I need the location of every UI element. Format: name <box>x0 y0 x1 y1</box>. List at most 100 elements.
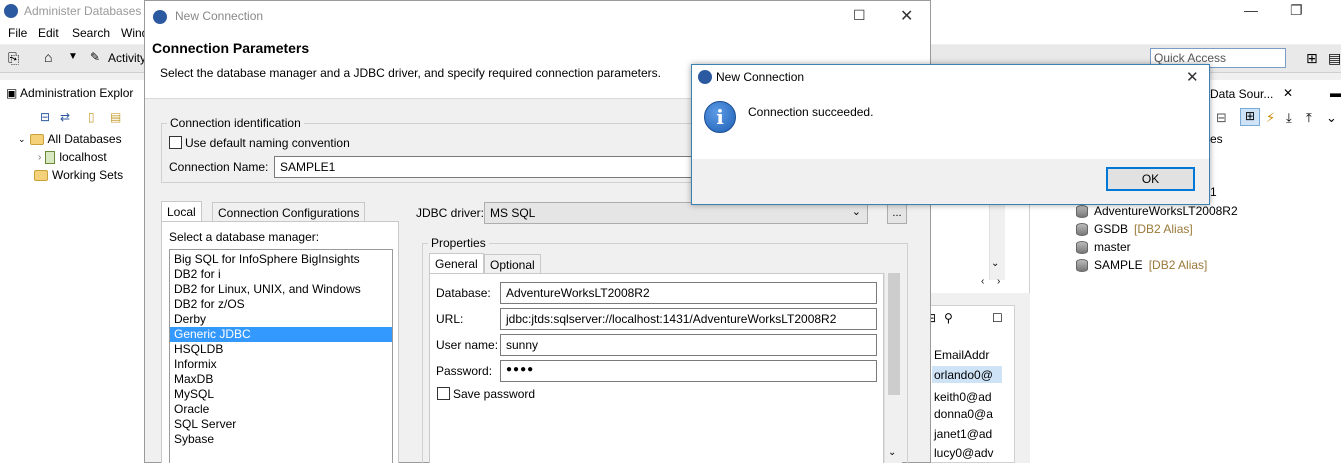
minimize-icon[interactable]: ▬ <box>1330 86 1341 100</box>
list-item[interactable]: Big SQL for InfoSphere BigInsights <box>174 252 391 267</box>
filter-icon[interactable]: ⊟ <box>1216 110 1227 126</box>
chevron-left-icon[interactable]: ‹ <box>981 276 984 287</box>
table-cell[interactable]: donna0@a <box>934 407 993 421</box>
database-icon <box>1076 204 1088 218</box>
column-header-email[interactable]: EmailAddr <box>934 348 989 362</box>
list-item[interactable]: Sybase <box>174 432 391 447</box>
database-manager-list[interactable]: Big SQL for InfoSphere BigInsights DB2 f… <box>169 249 393 463</box>
database-input[interactable]: AdventureWorksLT2008R2 <box>500 282 877 304</box>
tree-item-localhost[interactable]: › localhost <box>38 150 107 164</box>
list-item[interactable]: SQL Server <box>174 417 391 432</box>
folder-open-icon <box>34 169 48 181</box>
chevron-right-icon[interactable]: › <box>38 152 41 163</box>
chevron-down-icon[interactable]: ▼ <box>68 51 78 62</box>
tab-local[interactable]: Local <box>161 201 202 222</box>
dialog-title: New Connection <box>175 9 264 23</box>
table-cell[interactable]: lucy0@adv <box>934 446 994 460</box>
tree-item-all-databases[interactable]: ⌄ All Databases <box>18 132 122 146</box>
partial-tree-label: es <box>1210 132 1223 146</box>
filter-icon[interactable]: ▤ <box>110 110 121 124</box>
dialog-title: New Connection <box>716 70 805 84</box>
chevron-down-icon[interactable]: ⌄ <box>991 258 999 269</box>
list-item-selected[interactable]: Generic JDBC <box>170 327 392 342</box>
toolbar-tool-icon[interactable]: ⎘ <box>8 50 19 67</box>
tree-item-working-sets[interactable]: Working Sets <box>34 168 123 182</box>
eclipse-app-icon <box>698 70 712 84</box>
tree-item-database[interactable]: master <box>1076 240 1131 254</box>
list-item[interactable]: Oracle <box>174 402 391 417</box>
dialog-message: Connection succeeded. <box>748 105 874 119</box>
list-item[interactable]: MaxDB <box>174 372 391 387</box>
table-cell[interactable]: orlando0@ <box>934 368 993 382</box>
new-file-icon[interactable]: ▯ <box>88 110 95 124</box>
server-icon <box>45 150 56 164</box>
browse-driver-button[interactable]: ... <box>887 204 907 224</box>
scrollbar[interactable]: ⌄ <box>884 273 902 463</box>
page-description: Select the database manager and a JDBC d… <box>160 66 661 80</box>
activity-icon: ✎ <box>90 50 101 64</box>
user-name-label: User name: <box>436 338 499 352</box>
maximize-view-icon[interactable]: ☐ <box>992 311 1003 325</box>
eclipse-app-icon <box>4 4 18 18</box>
hierarchy-icon[interactable]: ⊞ <box>1240 108 1260 126</box>
tab-administration-explorer[interactable]: ▣ Administration Explor <box>6 86 133 100</box>
import-icon[interactable]: ⤓ <box>1286 110 1292 126</box>
info-icon: i <box>704 101 736 133</box>
chevron-down-icon[interactable]: ⌄ <box>1326 110 1337 126</box>
chevron-right-icon[interactable]: › <box>997 276 1000 287</box>
list-item[interactable]: MySQL <box>174 387 391 402</box>
tab-connection-configurations[interactable]: Connection Configurations <box>212 202 366 223</box>
save-password-checkbox[interactable] <box>437 387 450 400</box>
perspective-switch-icon[interactable]: ▤ <box>1328 50 1341 67</box>
default-naming-checkbox[interactable] <box>169 136 182 149</box>
restore-icon[interactable]: ❐ <box>1290 2 1303 19</box>
main-window-title: Administer Databases <box>24 4 142 18</box>
export-icon[interactable]: ⤒ <box>1306 110 1312 126</box>
default-naming-label: Use default naming convention <box>185 136 350 150</box>
list-item[interactable]: Informix <box>174 357 391 372</box>
save-password-label: Save password <box>453 387 536 401</box>
tab-optional[interactable]: Optional <box>484 254 541 275</box>
tab-data-source-explorer[interactable]: Data Sour... <box>1210 87 1273 101</box>
tree-item-database[interactable]: AdventureWorksLT2008R2 <box>1076 204 1238 218</box>
list-item[interactable]: DB2 for i <box>174 267 391 282</box>
list-item[interactable]: HSQLDB <box>174 342 391 357</box>
close-icon[interactable]: ✕ <box>1186 68 1199 86</box>
maximize-icon[interactable]: ☐ <box>853 7 866 24</box>
list-item[interactable]: Derby <box>174 312 391 327</box>
chevron-down-icon[interactable]: ⌄ <box>18 134 26 145</box>
user-name-input[interactable]: sunny <box>500 334 877 356</box>
dialog-titlebar: New Connection ☐ ✕ <box>145 1 930 33</box>
list-item[interactable]: DB2 for Linux, UNIX, and Windows <box>174 282 391 297</box>
ok-button[interactable]: OK <box>1106 167 1195 191</box>
tab-general[interactable]: General <box>429 253 484 274</box>
connect-icon[interactable]: ⚡ <box>1266 110 1275 126</box>
explorer-icon: ▣ <box>6 86 18 100</box>
collapse-all-icon[interactable]: ⊟ <box>40 110 50 124</box>
close-icon[interactable]: ✕ <box>1283 86 1293 100</box>
folder-open-icon <box>29 133 44 145</box>
eclipse-app-icon <box>153 10 167 24</box>
home-icon[interactable]: ⌂ <box>44 49 52 65</box>
password-input[interactable]: ●●●● <box>500 360 877 382</box>
list-item[interactable]: DB2 for z/OS <box>174 297 391 312</box>
tree-item-database[interactable]: SAMPLE [DB2 Alias] <box>1076 258 1207 272</box>
database-icon <box>1076 240 1088 254</box>
menu-search[interactable]: Search <box>72 26 110 40</box>
menu-file[interactable]: File <box>8 26 27 40</box>
activity-button[interactable]: Activity <box>108 51 146 65</box>
close-icon[interactable]: ✕ <box>900 6 913 26</box>
minimize-icon[interactable]: — <box>1244 2 1258 18</box>
chevron-down-icon[interactable]: ⌄ <box>888 447 896 458</box>
results-filter-icon[interactable]: ⚲ <box>944 311 953 325</box>
link-editor-icon[interactable]: ⇄ <box>60 110 70 124</box>
scrollbar-thumb[interactable] <box>888 273 900 395</box>
jdbc-driver-select[interactable]: MS SQL ⌄ <box>484 202 868 224</box>
menu-edit[interactable]: Edit <box>38 26 59 40</box>
table-cell[interactable]: keith0@ad <box>934 390 992 404</box>
perspective-icon[interactable]: ⊞ <box>1306 50 1318 67</box>
database-icon <box>1076 258 1088 272</box>
table-cell[interactable]: janet1@ad <box>934 427 992 441</box>
url-input[interactable]: jdbc:jtds:sqlserver://localhost:1431/Adv… <box>500 308 877 330</box>
tree-item-database[interactable]: GSDB [DB2 Alias] <box>1076 222 1193 236</box>
